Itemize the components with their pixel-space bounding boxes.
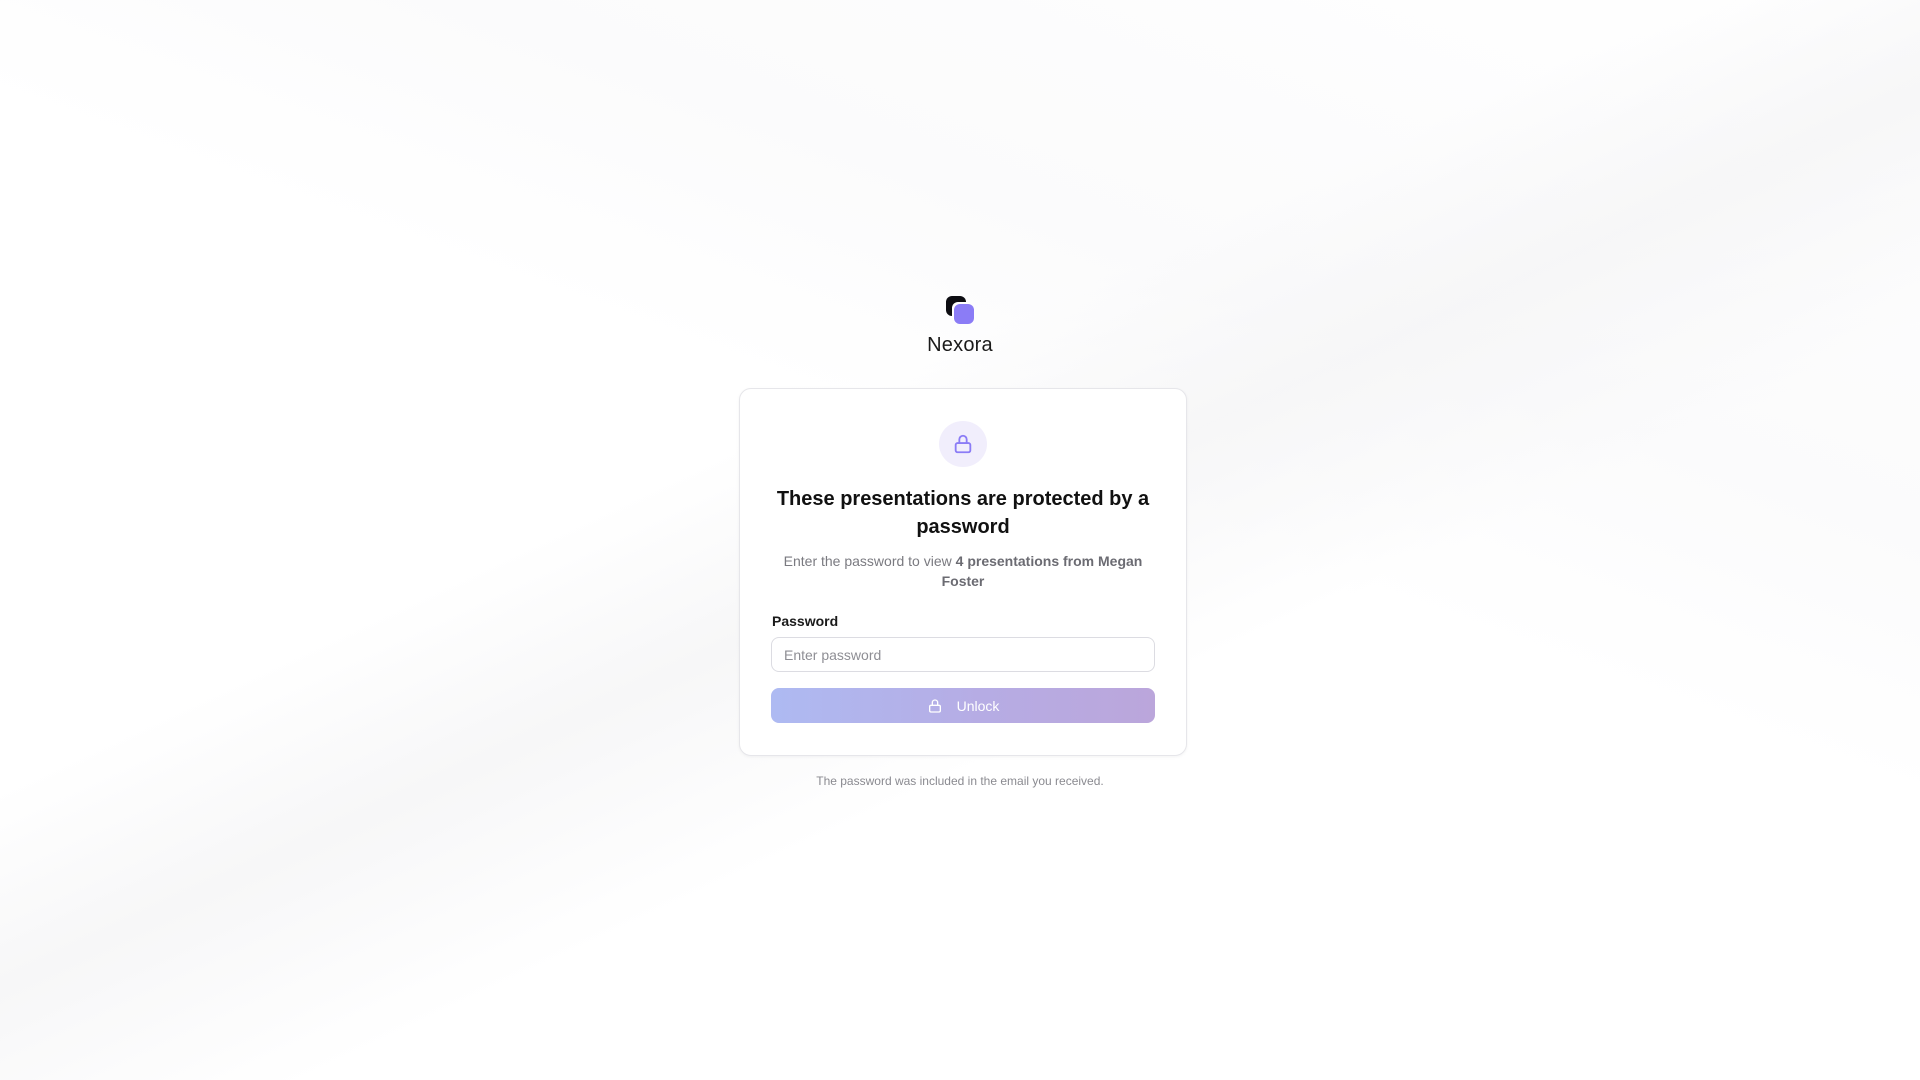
subtitle-prefix: Enter the password to view	[783, 553, 956, 570]
brand-header: Nexora	[0, 296, 1920, 357]
unlock-button-label: Unlock	[956, 697, 1000, 714]
lock-badge	[939, 421, 987, 468]
stacked-squares-logo-icon	[946, 296, 974, 324]
page-background: Nexora These presentations are protected…	[0, 0, 1920, 1080]
card-title: These presentations are protected by a p…	[776, 488, 1150, 539]
password-card: These presentations are protected by a p…	[739, 388, 1187, 756]
lock-icon	[954, 435, 972, 454]
password-input[interactable]	[771, 637, 1155, 673]
footnote: The password was included in the email y…	[816, 774, 1104, 788]
card-subtitle: Enter the password to view 4 presentatio…	[771, 551, 1155, 591]
lock-icon	[928, 698, 941, 713]
unlock-button[interactable]: Unlock	[771, 688, 1155, 723]
subtitle-highlight: 4 presentations from Megan Foster	[941, 553, 1143, 590]
password-label: Password	[772, 613, 839, 630]
brand-name: Nexora	[927, 334, 993, 356]
